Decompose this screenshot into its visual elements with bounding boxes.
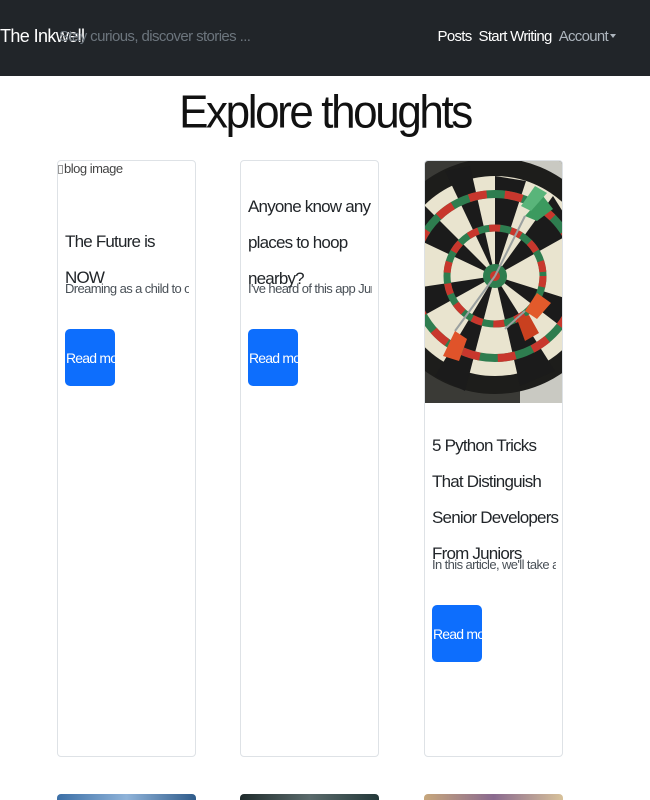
post-excerpt: I've heard of this app Jumpball that <box>248 281 372 296</box>
post-card: blog image The Future is NOW Dreaming as… <box>57 160 196 757</box>
post-title[interactable]: 5 Python Tricks That Distinguish Senior … <box>432 428 560 572</box>
broken-image-icon <box>58 165 63 174</box>
nav-link-start-writing[interactable]: Start Writing <box>479 28 553 45</box>
dartboard-image[interactable] <box>425 161 563 403</box>
page-title: Explore thoughts <box>179 86 473 139</box>
nav-link-posts[interactable]: Posts <box>438 28 473 45</box>
post-excerpt: Dreaming as a child to one day wave <box>65 281 189 296</box>
post-card-image-peek <box>424 794 563 800</box>
post-excerpt: In this article, we'll take a look at fi… <box>432 557 556 572</box>
nav-account-dropdown[interactable]: Account <box>559 28 616 45</box>
post-card: 5 Python Tricks That Distinguish Senior … <box>424 160 563 757</box>
post-card-image-peek <box>240 794 379 800</box>
image-alt-text: blog image <box>64 161 123 176</box>
read-more-button[interactable]: Read more <box>432 605 496 662</box>
caret-down-icon <box>610 34 616 38</box>
post-card: Anyone know any places to hoop nearby? I… <box>240 160 379 757</box>
read-more-button[interactable]: Read more <box>248 329 312 386</box>
top-navbar: The Inkwell Stay curious, discover stori… <box>0 0 650 76</box>
post-card-image-peek <box>57 794 196 800</box>
nav-links: Posts Start Writing Account <box>438 28 616 45</box>
site-tagline: Stay curious, discover stories ... <box>59 28 251 45</box>
read-more-button[interactable]: Read more <box>65 329 129 386</box>
nav-account-label: Account <box>558 28 609 45</box>
broken-image: blog image <box>58 161 123 176</box>
